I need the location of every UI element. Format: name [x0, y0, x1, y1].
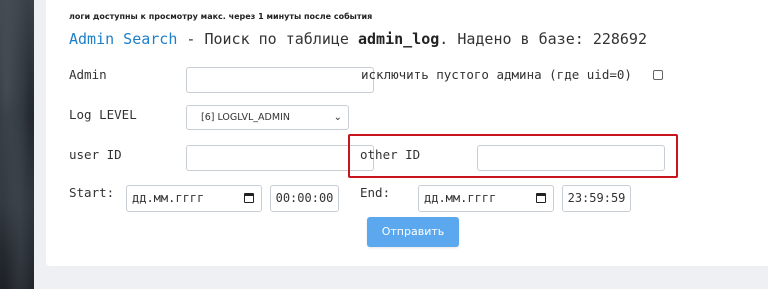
calendar-icon[interactable] [536, 193, 546, 203]
log-level-value: [6] LOGLVL_ADMIN [201, 112, 290, 123]
log-level-label: Log LEVEL [69, 107, 137, 122]
exclude-empty-admin-checkbox[interactable] [653, 70, 663, 80]
table-name: admin_log [358, 30, 440, 48]
admin-label: Admin [69, 67, 107, 82]
other-id-input[interactable] [477, 145, 665, 171]
start-date-input[interactable]: дд.мм.гггг [126, 185, 262, 212]
end-time-input[interactable]: 23:59:59 [562, 185, 631, 212]
background-image [0, 0, 34, 289]
found-label: . Надено в базе: [439, 30, 593, 48]
chevron-down-icon: ⌄ [333, 112, 342, 123]
end-date-input[interactable]: дд.мм.гггг [418, 185, 554, 212]
found-count: 228692 [592, 30, 647, 48]
exclude-empty-admin-label: исключить пустого админа (где uid=0) [361, 67, 632, 82]
title-dash-text: - Поиск по таблице [177, 30, 358, 48]
start-date-placeholder: дд.мм.гггг [132, 191, 205, 205]
user-id-label: user ID [69, 147, 122, 162]
calendar-icon[interactable] [244, 193, 254, 203]
log-level-select[interactable]: [6] LOGLVL_ADMIN ⌄ [186, 105, 349, 130]
page-title: Admin Search - Поиск по таблице admin_lo… [69, 30, 647, 48]
admin-input[interactable] [186, 67, 374, 93]
submit-button[interactable]: Отправить [367, 217, 459, 247]
end-date-placeholder: дд.мм.гггг [424, 191, 497, 205]
admin-search-link[interactable]: Admin Search [69, 30, 177, 48]
other-id-label: other ID [360, 147, 421, 162]
end-label: End: [360, 185, 391, 200]
start-label: Start: [69, 185, 115, 200]
start-time-input[interactable]: 00:00:00 [270, 185, 339, 212]
user-id-input[interactable] [186, 145, 374, 171]
log-delay-note: логи доступны к просмотру макс. через 1 … [69, 12, 373, 21]
